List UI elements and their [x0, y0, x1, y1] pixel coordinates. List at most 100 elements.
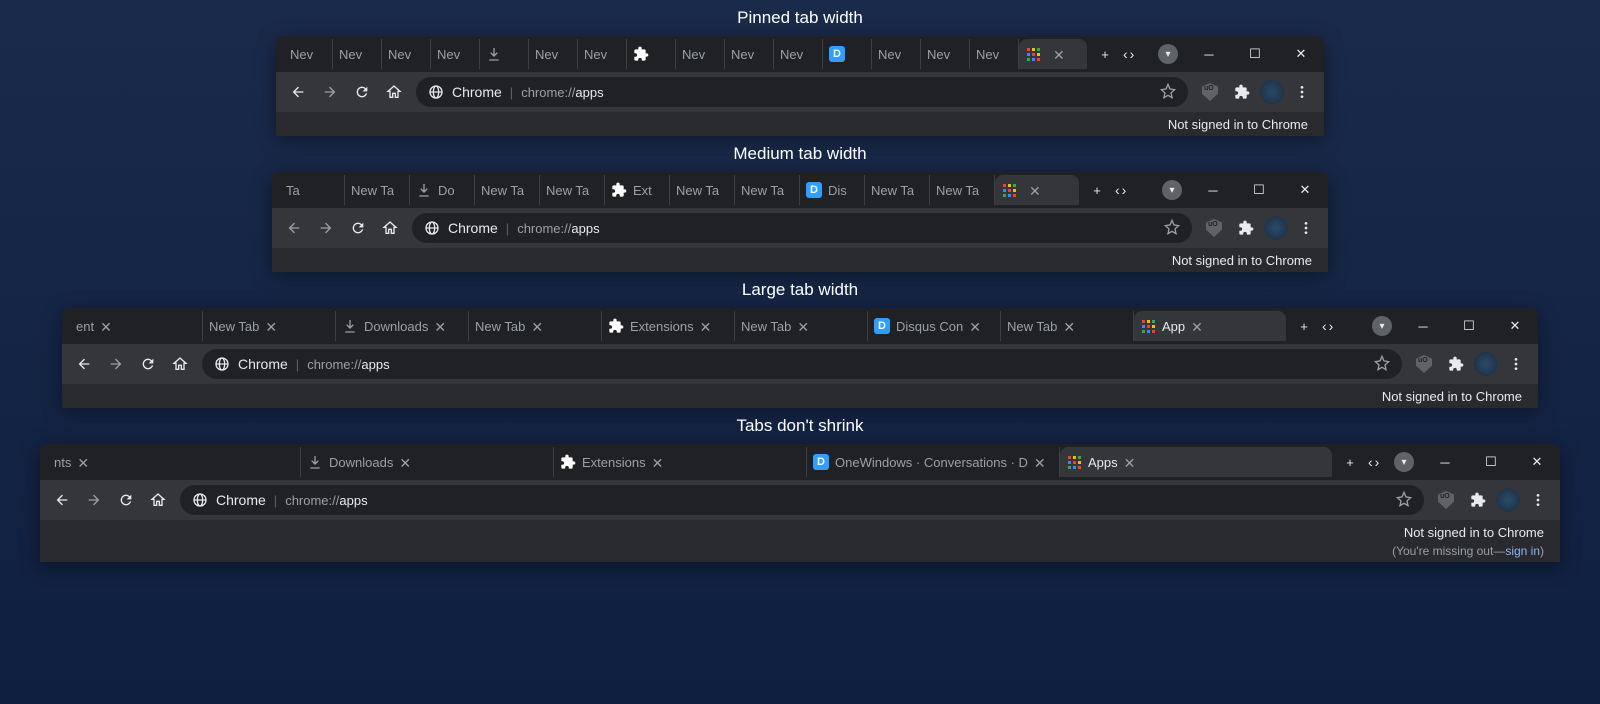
close-tab-icon[interactable]: ✕	[1029, 183, 1043, 197]
tab[interactable]: Do	[410, 175, 475, 205]
tab[interactable]: Nev	[774, 39, 823, 69]
tab[interactable]: D	[823, 39, 872, 69]
forward-button[interactable]	[316, 78, 344, 106]
close-tab-icon[interactable]: ✕	[969, 319, 983, 333]
tab-active[interactable]: ✕	[1019, 39, 1087, 69]
reload-button[interactable]	[112, 486, 140, 514]
tab[interactable]: Extensions✕	[602, 311, 735, 341]
close-window-button[interactable]: ✕	[1282, 172, 1328, 208]
close-tab-icon[interactable]: ✕	[652, 455, 666, 469]
extensions-icon[interactable]	[1442, 350, 1470, 378]
site-info-icon[interactable]	[424, 220, 440, 236]
new-tab-button[interactable]: +	[1083, 176, 1111, 204]
forward-button[interactable]	[102, 350, 130, 378]
site-info-icon[interactable]	[192, 492, 208, 508]
tab[interactable]: DDis	[800, 175, 865, 205]
home-button[interactable]	[380, 78, 408, 106]
close-tab-icon[interactable]: ✕	[77, 455, 91, 469]
scroll-right-icon[interactable]: ›	[1329, 318, 1334, 334]
maximize-button[interactable]: ☐	[1468, 444, 1514, 480]
tab-active[interactable]: ✕	[995, 175, 1079, 205]
tab[interactable]: New Ta	[930, 175, 995, 205]
new-tab-button[interactable]: +	[1336, 448, 1364, 476]
extensions-icon[interactable]	[1228, 78, 1256, 106]
minimize-button[interactable]: ─	[1190, 172, 1236, 208]
tab[interactable]: New Tab✕	[1001, 311, 1134, 341]
menu-button[interactable]	[1292, 214, 1320, 242]
close-window-button[interactable]: ✕	[1514, 444, 1560, 480]
profile-avatar[interactable]	[1260, 80, 1284, 104]
address-bar[interactable]: Chrome | chrome://apps	[202, 349, 1402, 379]
tab[interactable]: DDisqus Con✕	[868, 311, 1001, 341]
forward-button[interactable]	[80, 486, 108, 514]
home-button[interactable]	[376, 214, 404, 242]
ublock-icon[interactable]	[1432, 486, 1460, 514]
new-tab-button[interactable]: +	[1290, 312, 1318, 340]
scroll-right-icon[interactable]: ›	[1375, 454, 1380, 470]
bookmark-star-icon[interactable]	[1374, 355, 1390, 374]
back-button[interactable]	[284, 78, 312, 106]
menu-button[interactable]	[1502, 350, 1530, 378]
maximize-button[interactable]: ☐	[1236, 172, 1282, 208]
address-bar[interactable]: Chrome | chrome://apps	[180, 485, 1424, 515]
tab[interactable]: DOneWindows · Conversations · D✕	[807, 447, 1060, 477]
close-tab-icon[interactable]: ✕	[531, 319, 545, 333]
close-tab-icon[interactable]: ✕	[797, 319, 811, 333]
tab[interactable]: Nev	[872, 39, 921, 69]
close-window-button[interactable]: ✕	[1278, 36, 1324, 72]
extensions-icon[interactable]	[1464, 486, 1492, 514]
address-bar[interactable]: Chrome | chrome://apps	[416, 77, 1188, 107]
close-window-button[interactable]: ✕	[1492, 308, 1538, 344]
tab[interactable]: Nev	[676, 39, 725, 69]
profile-avatar[interactable]	[1496, 488, 1520, 512]
tab[interactable]: Downloads✕	[336, 311, 469, 341]
tab-search-button[interactable]: ▾	[1162, 180, 1182, 200]
scroll-right-icon[interactable]: ›	[1122, 182, 1127, 198]
tab[interactable]: Ta	[280, 175, 345, 205]
back-button[interactable]	[48, 486, 76, 514]
tab[interactable]: Nev	[382, 39, 431, 69]
scroll-right-icon[interactable]: ›	[1130, 46, 1135, 62]
ublock-icon[interactable]	[1196, 78, 1224, 106]
minimize-button[interactable]: ─	[1422, 444, 1468, 480]
extensions-icon[interactable]	[1232, 214, 1260, 242]
tab[interactable]: Nev	[921, 39, 970, 69]
reload-button[interactable]	[348, 78, 376, 106]
ublock-icon[interactable]	[1200, 214, 1228, 242]
tab[interactable]: Nev	[284, 39, 333, 69]
site-info-icon[interactable]	[214, 356, 230, 372]
tab[interactable]: New Tab✕	[735, 311, 868, 341]
tab[interactable]: nts✕	[48, 447, 301, 477]
tab[interactable]: Ext	[605, 175, 670, 205]
scroll-left-icon[interactable]: ‹	[1115, 182, 1120, 198]
reload-button[interactable]	[344, 214, 372, 242]
tab[interactable]: Nev	[725, 39, 774, 69]
tab[interactable]: Downloads✕	[301, 447, 554, 477]
tab[interactable]: New Ta	[345, 175, 410, 205]
close-tab-icon[interactable]: ✕	[399, 455, 413, 469]
tab-active[interactable]: Apps✕	[1060, 447, 1332, 477]
bookmark-star-icon[interactable]	[1160, 83, 1176, 102]
close-tab-icon[interactable]: ✕	[265, 319, 279, 333]
close-tab-icon[interactable]: ✕	[1191, 319, 1205, 333]
tab[interactable]: New Ta	[475, 175, 540, 205]
tab-search-button[interactable]: ▾	[1372, 316, 1392, 336]
home-button[interactable]	[166, 350, 194, 378]
tab[interactable]: New Ta	[540, 175, 605, 205]
close-tab-icon[interactable]: ✕	[1124, 455, 1138, 469]
close-tab-icon[interactable]: ✕	[1063, 319, 1077, 333]
scroll-left-icon[interactable]: ‹	[1123, 46, 1128, 62]
close-tab-icon[interactable]: ✕	[100, 319, 114, 333]
address-bar[interactable]: Chrome | chrome://apps	[412, 213, 1192, 243]
back-button[interactable]	[70, 350, 98, 378]
menu-button[interactable]	[1524, 486, 1552, 514]
minimize-button[interactable]: ─	[1186, 36, 1232, 72]
scroll-left-icon[interactable]: ‹	[1322, 318, 1327, 334]
close-tab-icon[interactable]: ✕	[700, 319, 714, 333]
sign-in-link[interactable]: sign in	[1505, 544, 1540, 558]
tab[interactable]: Nev	[970, 39, 1019, 69]
tab-search-button[interactable]: ▾	[1394, 452, 1414, 472]
tab[interactable]: ent✕	[70, 311, 203, 341]
forward-button[interactable]	[312, 214, 340, 242]
tab[interactable]: Nev	[529, 39, 578, 69]
